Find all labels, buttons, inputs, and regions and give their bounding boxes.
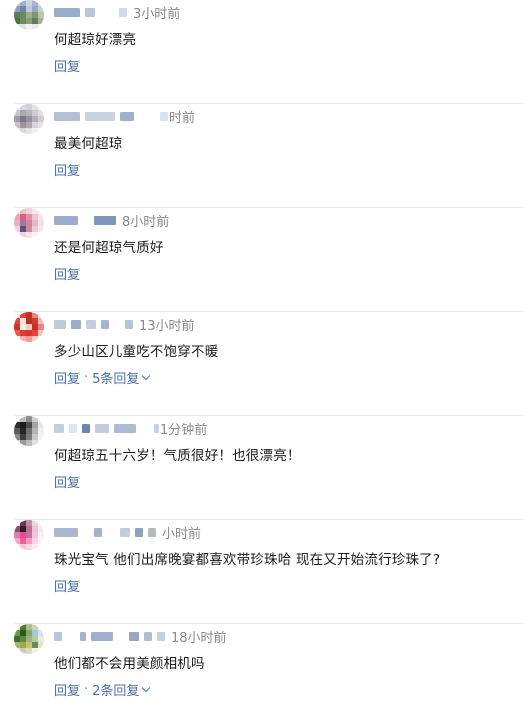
comment-text: 最美何超琼	[54, 136, 123, 152]
comment-time: 13小时前	[139, 318, 195, 334]
comment-text: 珠光宝气 他们出席晚宴都喜欢带珍珠哈 现在又开始流行珍珠了?	[54, 552, 441, 568]
avatar[interactable]	[14, 624, 44, 654]
separator-dot: ·	[84, 370, 89, 385]
comment-item: 13小时前 多少山区儿童吃不饱穿不暖 回复 · 5条回复	[0, 312, 524, 416]
comment-time: 时前	[169, 110, 196, 126]
comment-text: 还是何超琼气质好	[54, 240, 164, 256]
reply-button[interactable]: 回复	[54, 680, 80, 699]
comment-text: 何超琼好漂亮	[54, 32, 137, 48]
comment-item: 18小时前 他们都不会用美颜相机吗 回复 · 2条回复	[0, 624, 524, 703]
avatar[interactable]	[14, 0, 44, 30]
comment-item: 8小时前 还是何超琼气质好 回复	[0, 208, 524, 312]
comment-item: 小时前 珠光宝气 他们出席晚宴都喜欢带珍珠哈 现在又开始流行珍珠了? 回复	[0, 520, 524, 624]
reply-button[interactable]: 回复	[54, 264, 80, 283]
username[interactable]: 13小时前	[54, 316, 195, 334]
username[interactable]: 8小时前	[54, 212, 170, 230]
comment-item: 1分钟前 何超琼五十六岁！气质很好！也很漂亮！ 回复	[0, 416, 524, 520]
comment-text: 何超琼五十六岁！气质很好！也很漂亮！	[54, 448, 301, 464]
reply-button[interactable]: 回复	[54, 368, 80, 387]
reply-button[interactable]: 回复	[54, 56, 80, 75]
username[interactable]: 3小时前	[54, 4, 181, 22]
comment-text: 他们都不会用美颜相机吗	[54, 656, 205, 672]
comment-time: 18小时前	[171, 630, 227, 646]
username[interactable]: 时前	[54, 108, 196, 126]
avatar[interactable]	[14, 416, 44, 446]
reply-button[interactable]: 回复	[54, 160, 80, 179]
username[interactable]: 1分钟前	[54, 420, 208, 438]
reply-button[interactable]: 回复	[54, 472, 80, 491]
comment-actions: 回复	[54, 576, 80, 595]
comment-actions: 回复 · 2条回复	[54, 680, 151, 699]
view-replies-button[interactable]: 5条回复	[92, 368, 139, 387]
comment-time: 3小时前	[133, 6, 181, 22]
comment-actions: 回复	[54, 56, 80, 75]
comment-actions: 回复 · 5条回复	[54, 368, 151, 387]
comment-actions: 回复	[54, 160, 80, 179]
comment-text: 多少山区儿童吃不饱穿不暖	[54, 344, 219, 360]
avatar[interactable]	[14, 104, 44, 134]
comment-time: 1分钟前	[160, 422, 208, 438]
comment-item: 3小时前 何超琼好漂亮 回复	[0, 0, 524, 104]
comment-actions: 回复	[54, 264, 80, 283]
comment-actions: 回复	[54, 472, 80, 491]
view-replies-button[interactable]: 2条回复	[92, 680, 139, 699]
chevron-down-icon[interactable]	[142, 683, 151, 692]
separator-dot: ·	[84, 682, 89, 697]
username[interactable]: 18小时前	[54, 628, 227, 646]
comment-time: 8小时前	[122, 214, 170, 230]
avatar[interactable]	[14, 520, 44, 550]
avatar[interactable]	[14, 208, 44, 238]
avatar[interactable]	[14, 312, 44, 342]
comment-time: 小时前	[162, 526, 202, 542]
reply-button[interactable]: 回复	[54, 576, 80, 595]
comment-item: 时前 最美何超琼 回复	[0, 104, 524, 208]
chevron-down-icon[interactable]	[142, 371, 151, 380]
username[interactable]: 小时前	[54, 524, 202, 542]
